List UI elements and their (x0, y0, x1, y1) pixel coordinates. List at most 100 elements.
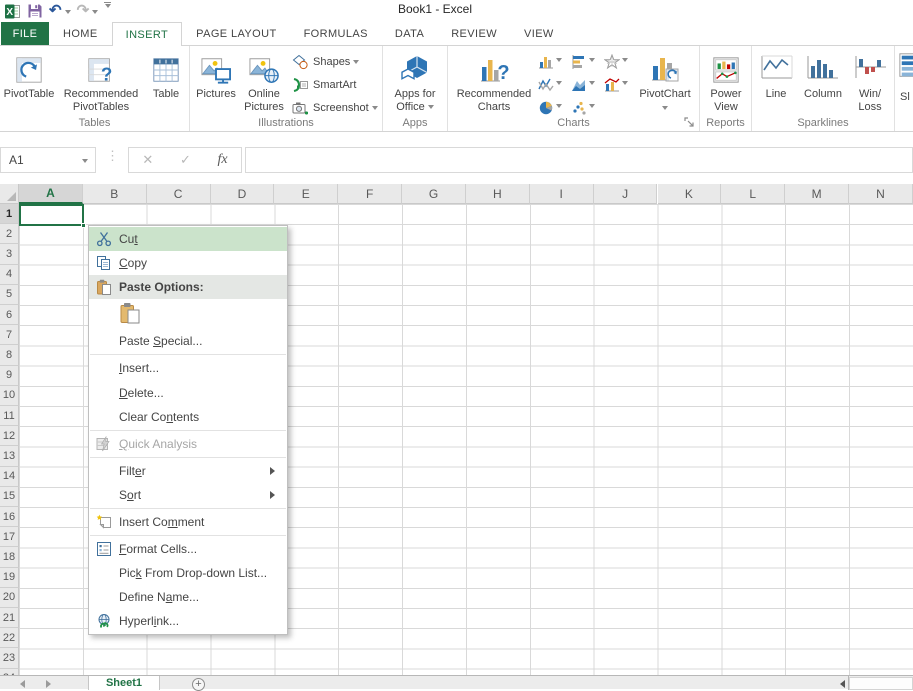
power-view-button[interactable]: Power View (704, 49, 748, 114)
menu-item-filter[interactable]: Filter (89, 459, 287, 483)
column-header-d[interactable]: D (211, 184, 275, 204)
row-header-7[interactable]: 7 (0, 325, 19, 345)
row-header-16[interactable]: 16 (0, 507, 19, 527)
online-pictures-button[interactable]: Online Pictures (240, 49, 288, 114)
row-header-8[interactable]: 8 (0, 345, 19, 365)
sparkline-column-button[interactable]: Column (800, 88, 846, 101)
row-header-17[interactable]: 17 (0, 527, 19, 547)
column-header-c[interactable]: C (147, 184, 211, 204)
column-header-m[interactable]: M (785, 184, 849, 204)
row-header-6[interactable]: 6 (0, 305, 19, 325)
column-header-n[interactable]: N (849, 184, 913, 204)
previous-sheet-button[interactable] (16, 680, 25, 688)
row-header-4[interactable]: 4 (0, 265, 19, 285)
menu-item-insert-comment[interactable]: Insert Comment (89, 510, 287, 534)
row-header-12[interactable]: 12 (0, 426, 19, 446)
formula-bar-splitter[interactable]: ⋮ (106, 148, 119, 164)
insert-combo-chart-button[interactable] (604, 74, 634, 95)
insert-stock-surface-radar-chart-button[interactable] (604, 51, 634, 72)
column-header-g[interactable]: G (402, 184, 466, 204)
menu-item-pick-from-drop-down-list[interactable]: Pick From Drop-down List... (89, 561, 287, 585)
undo-button[interactable]: ↶ (49, 2, 71, 20)
customize-qat-button[interactable] (104, 2, 111, 20)
menu-item-copy[interactable]: Copy (89, 251, 287, 275)
paste-option-button[interactable] (89, 299, 287, 329)
name-box[interactable]: A1 (0, 147, 96, 173)
sparkline-winloss-button[interactable]: Win/Loss (850, 88, 890, 114)
apps-for-office-button[interactable]: Apps for Office (389, 49, 441, 114)
column-header-j[interactable]: J (594, 184, 658, 204)
row-header-20[interactable]: 20 (0, 588, 19, 608)
row-header-5[interactable]: 5 (0, 285, 19, 305)
insert-pie-chart-button[interactable] (538, 97, 568, 118)
menu-item-quick-analysis[interactable]: Quick Analysis (89, 432, 287, 456)
undo-dropdown-icon[interactable] (65, 10, 71, 17)
column-header-a[interactable]: A (19, 184, 83, 204)
horizontal-scrollbar-thumb[interactable] (849, 677, 913, 690)
row-header-21[interactable]: 21 (0, 608, 19, 628)
excel-logo-icon[interactable]: X (4, 2, 21, 20)
tab-data[interactable]: DATA (382, 22, 437, 45)
insert-function-button[interactable]: fx (218, 152, 228, 168)
redo-dropdown-icon[interactable] (92, 10, 98, 17)
row-header-15[interactable]: 15 (0, 487, 19, 507)
menu-item-delete[interactable]: Delete... (89, 380, 287, 404)
tab-file[interactable]: FILE (1, 22, 49, 45)
shapes-button[interactable]: Shapes (292, 51, 359, 72)
tab-view[interactable]: VIEW (511, 22, 567, 45)
menu-item-paste-special[interactable]: Paste Special... (89, 329, 287, 353)
menu-item-insert[interactable]: Insert... (89, 356, 287, 380)
menu-item-hyperlink[interactable]: Hyperlink... (89, 609, 287, 633)
row-header-10[interactable]: 10 (0, 386, 19, 406)
insert-line-chart-button[interactable] (538, 74, 568, 95)
row-header-14[interactable]: 14 (0, 467, 19, 487)
pivottable-button[interactable]: PivotTable (2, 49, 56, 101)
tab-page-layout[interactable]: PAGE LAYOUT (183, 22, 289, 45)
row-header-3[interactable]: 3 (0, 244, 19, 264)
column-header-i[interactable]: I (530, 184, 594, 204)
column-header-b[interactable]: B (83, 184, 147, 204)
sheet-tab-sheet1[interactable]: Sheet1 (88, 676, 160, 690)
name-box-dropdown-icon[interactable] (82, 159, 88, 166)
row-header-2[interactable]: 2 (0, 224, 19, 244)
menu-item-define-name[interactable]: Define Name... (89, 585, 287, 609)
scroll-left-icon[interactable] (836, 680, 845, 688)
menu-item-format-cells[interactable]: Format Cells... (89, 537, 287, 561)
insert-bar-chart-button[interactable] (571, 51, 601, 72)
tab-review[interactable]: REVIEW (438, 22, 510, 45)
row-header-11[interactable]: 11 (0, 406, 19, 426)
screenshot-button[interactable]: Screenshot (292, 97, 378, 118)
menu-item-cut[interactable]: Cut (89, 227, 287, 251)
row-header-13[interactable]: 13 (0, 446, 19, 466)
menu-item-clear-contents[interactable]: Clear Contents (89, 405, 287, 429)
column-header-k[interactable]: K (658, 184, 722, 204)
row-header-9[interactable]: 9 (0, 366, 19, 386)
row-header-18[interactable]: 18 (0, 547, 19, 567)
pivotchart-button[interactable]: PivotChart (636, 49, 694, 115)
cancel-button[interactable]: ✕ (142, 152, 153, 168)
next-sheet-button[interactable] (46, 680, 55, 688)
row-header-22[interactable]: 22 (0, 628, 19, 648)
insert-scatter-chart-button[interactable] (571, 97, 601, 118)
slicer-button-partial[interactable]: Sl (898, 51, 913, 129)
active-cell-selection[interactable] (19, 204, 84, 226)
enter-button[interactable]: ✓ (180, 152, 191, 168)
row-header-23[interactable]: 23 (0, 648, 19, 668)
save-button[interactable] (27, 2, 43, 20)
sparkline-line-button[interactable]: Line (754, 88, 798, 101)
redo-button[interactable]: ↷ (77, 2, 99, 20)
recommended-charts-button[interactable]: ? Recommended Charts (455, 49, 533, 114)
insert-area-chart-button[interactable] (571, 74, 601, 95)
table-button[interactable]: Table (146, 49, 186, 101)
smartart-button[interactable]: SmartArt (292, 74, 356, 95)
recommended-pivottables-button[interactable]: ? Recommended PivotTables (58, 49, 144, 114)
select-all-button[interactable] (0, 184, 19, 204)
tab-formulas[interactable]: FORMULAS (291, 22, 381, 45)
insert-column-chart-button[interactable] (538, 51, 568, 72)
row-header-19[interactable]: 19 (0, 568, 19, 588)
new-sheet-button[interactable]: + (192, 678, 205, 691)
column-header-l[interactable]: L (721, 184, 785, 204)
column-header-f[interactable]: F (338, 184, 402, 204)
column-header-h[interactable]: H (466, 184, 530, 204)
row-header-1[interactable]: 1 (0, 204, 19, 224)
